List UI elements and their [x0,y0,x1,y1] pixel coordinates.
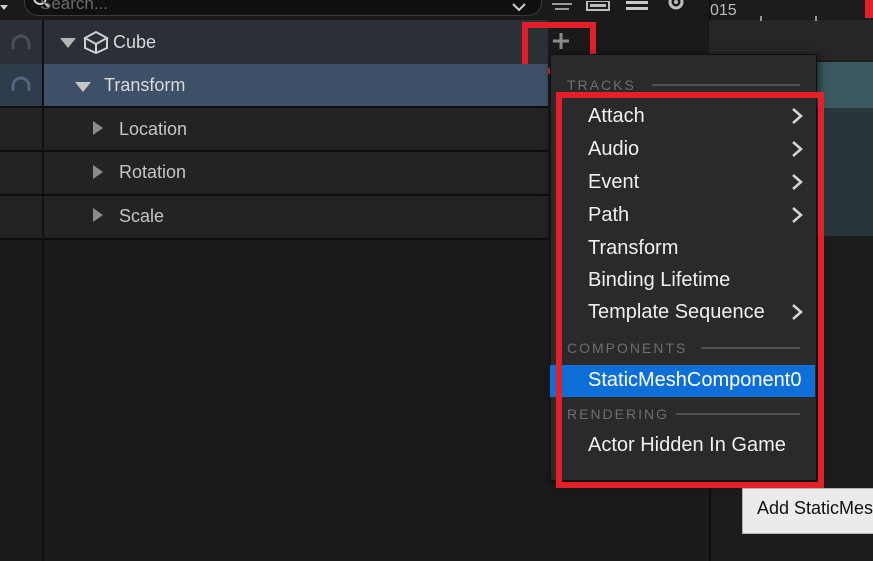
expand-arrow-icon[interactable] [60,37,76,49]
gutter-divider [42,238,44,561]
list-icon[interactable] [626,0,650,12]
tooltip-text: Add StaticMes [757,498,873,518]
track-label-rotation: Rotation [119,162,187,182]
search-dropdown-chevron-icon[interactable] [512,0,526,12]
collapse-arrow-icon[interactable] [0,0,10,10]
track-label-location: Location [119,119,188,139]
collapsed-arrow-icon[interactable] [93,121,103,137]
headphones-icon[interactable] [10,34,32,52]
playhead-marker [865,0,873,18]
row-gutter [0,196,44,238]
actor-label: Cube [113,32,157,52]
track-label-scale: Scale [119,206,165,226]
filter-icon[interactable] [552,0,574,10]
section-header-tracks: TRACKS [567,77,636,93]
tree-row-scale[interactable] [0,196,548,240]
tree-row-rotation[interactable] [0,152,548,196]
row-gutter [0,108,44,150]
row-gutter [0,152,44,194]
annotation-box-menu [556,92,824,488]
tooltip: Add StaticMes [742,488,873,534]
tree-row-location[interactable] [0,108,548,152]
collapsed-arrow-icon[interactable] [93,165,103,181]
timeline-tick [760,16,762,21]
timecode-label: 015 [710,2,737,19]
expand-arrow-icon[interactable] [75,81,91,93]
headphones-icon[interactable] [10,76,32,94]
section-divider [652,84,800,86]
view-options-icon[interactable] [586,0,612,12]
cube-actor-icon [82,30,110,55]
search-placeholder: Search... [40,0,109,13]
timeline-tick [815,16,817,21]
transform-label: Transform [104,75,186,95]
collapsed-arrow-icon[interactable] [93,208,103,224]
settings-gear-icon[interactable] [664,0,688,12]
